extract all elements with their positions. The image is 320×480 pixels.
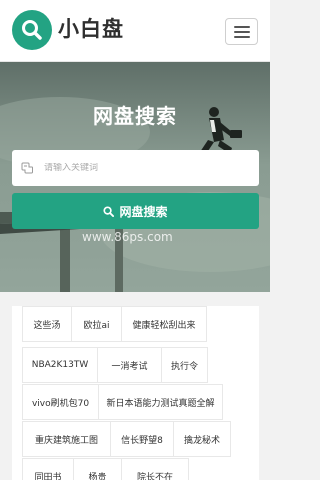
- hero-banner: 网盘搜索 网盘搜索 www.86ps.com: [0, 62, 270, 292]
- logo-text[interactable]: 小白盘: [58, 15, 124, 43]
- tag-link[interactable]: 同田书: [22, 458, 74, 480]
- hero-title: 网盘搜索: [93, 104, 177, 128]
- hamburger-icon: [233, 25, 250, 28]
- header: 小白盘: [0, 0, 270, 62]
- tag-link[interactable]: 重庆建筑施工图: [22, 421, 111, 457]
- search-button[interactable]: 网盘搜索: [12, 193, 259, 229]
- search-icon: [103, 205, 115, 217]
- watermark-text: www.86ps.com: [82, 230, 173, 244]
- tag-link[interactable]: 新日本语能力测试真题全解: [98, 384, 223, 420]
- tag-cloud: 这些汤 欧拉ai 健康轻松刮出来 NBA2K13TW 一消考试 执行令 vivo…: [12, 306, 259, 480]
- search-input-icon: [21, 162, 33, 174]
- tag-link[interactable]: 一消考试: [97, 347, 162, 383]
- search-button-label: 网盘搜索: [119, 204, 168, 219]
- search-box[interactable]: [12, 150, 259, 186]
- search-input[interactable]: [44, 163, 244, 173]
- tag-link[interactable]: 这些汤: [22, 306, 72, 342]
- hamburger-menu-button[interactable]: [225, 18, 258, 45]
- tag-link[interactable]: 执行令: [161, 347, 208, 383]
- tag-link[interactable]: 健康轻松刮出来: [121, 306, 207, 342]
- tag-link[interactable]: 院长不在: [121, 458, 189, 480]
- tag-link[interactable]: NBA2K13TW: [22, 347, 98, 383]
- logo-search-icon[interactable]: [12, 10, 52, 50]
- tag-link[interactable]: 杨贵: [73, 458, 122, 480]
- tag-link[interactable]: vivo刷机包70: [22, 384, 99, 420]
- tag-link[interactable]: 信长野望8: [110, 421, 174, 457]
- tag-link[interactable]: 欧拉ai: [71, 306, 122, 342]
- tag-link[interactable]: 擒龙秘术: [173, 421, 231, 457]
